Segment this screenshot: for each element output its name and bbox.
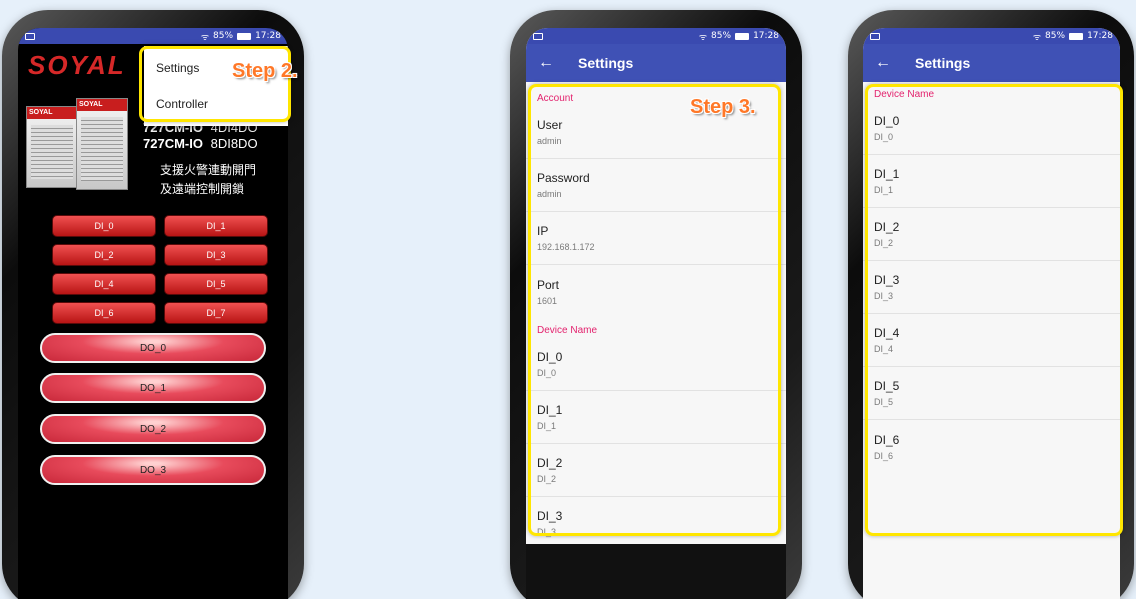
di-0-button[interactable]: DI_0	[52, 215, 156, 237]
clock: 17:28	[255, 31, 281, 41]
gallery-icon	[25, 32, 35, 40]
signal-text: 85%	[1045, 31, 1066, 41]
di-2-button[interactable]: DI_2	[52, 244, 156, 266]
do-3-button[interactable]: DO_3	[40, 455, 266, 485]
feature-desc-2: 及遠端控制開鎖	[160, 182, 245, 196]
device-label: SOYAL	[27, 107, 77, 119]
status-bar: ᯤ 85% 17:28	[18, 28, 288, 44]
do-2-button[interactable]: DO_2	[40, 414, 266, 444]
device-list-highlight	[865, 84, 1123, 536]
di-3-button[interactable]: DI_3	[164, 244, 268, 266]
gallery-icon	[533, 32, 543, 40]
step2-highlight	[139, 46, 291, 122]
signal-text: 85%	[213, 31, 234, 41]
page-title: Settings	[915, 55, 971, 71]
gallery-icon	[870, 32, 880, 40]
battery-icon	[735, 32, 750, 40]
status-bar: ᯤ 85% 17:28	[863, 28, 1120, 44]
do-1-button[interactable]: DO_1	[40, 373, 266, 403]
step2-label: Step 2.	[232, 60, 298, 82]
di-7-button[interactable]: DI_7	[164, 302, 268, 324]
wifi-icon: ᯤ	[200, 32, 210, 43]
app-bar: ← Settings	[526, 44, 786, 82]
back-arrow-icon[interactable]: ←	[875, 54, 903, 72]
page-title: Settings	[578, 55, 634, 71]
di-5-button[interactable]: DI_5	[164, 273, 268, 295]
battery-icon	[1069, 32, 1084, 40]
back-arrow-icon[interactable]: ←	[538, 54, 566, 72]
signal-text: 85%	[711, 31, 732, 41]
screen-bottom-bar	[526, 544, 786, 599]
do-0-button[interactable]: DO_0	[40, 333, 266, 363]
device-image-2: SOYAL	[76, 98, 128, 190]
device-image-1: SOYAL	[26, 106, 78, 188]
di-4-button[interactable]: DI_4	[52, 273, 156, 295]
di-6-button[interactable]: DI_6	[52, 302, 156, 324]
app-bar: ← Settings	[863, 44, 1120, 82]
clock: 17:28	[753, 31, 779, 41]
status-bar: ᯤ 85% 17:28	[526, 28, 786, 44]
step3-highlight	[528, 84, 781, 536]
wifi-icon: ᯤ	[1032, 32, 1042, 43]
feature-desc-1: 支援火警連動開門	[160, 163, 257, 177]
model-line-2: 727CM-IO 8DI8DO	[143, 136, 258, 151]
soyal-logo: SOYAL	[28, 50, 126, 80]
di-1-button[interactable]: DI_1	[164, 215, 268, 237]
step3-label: Step 3.	[690, 96, 756, 118]
clock: 17:28	[1087, 31, 1113, 41]
wifi-icon: ᯤ	[698, 32, 708, 43]
device-label: SOYAL	[77, 99, 127, 111]
battery-icon	[237, 32, 252, 40]
